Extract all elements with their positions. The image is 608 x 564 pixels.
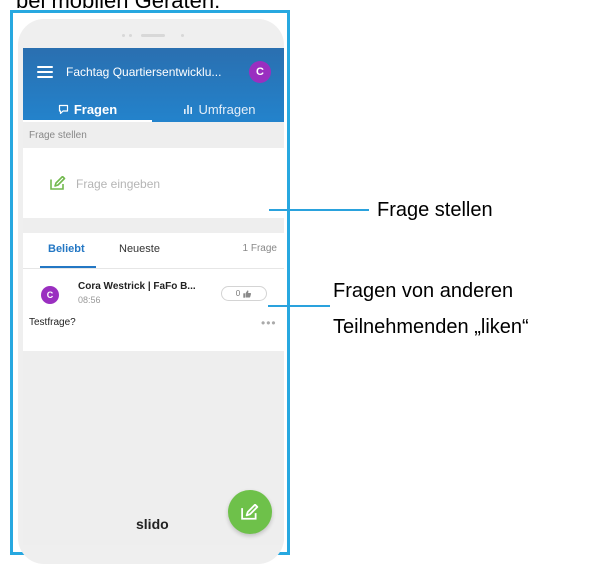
tab-umfragen-label: Umfragen (198, 101, 256, 117)
hamburger-menu-icon[interactable] (37, 66, 53, 78)
question-input[interactable]: Frage eingeben (76, 177, 160, 191)
like-callout-label-line2: Teilnehmenden „liken“ (333, 316, 529, 338)
like-callout-line (268, 305, 330, 307)
list-divider (23, 268, 284, 269)
app-header: Fachtag Quartiersentwicklu... C Fragen U… (23, 48, 284, 122)
like-count: 0 (235, 289, 241, 298)
ask-callout-line (269, 209, 369, 211)
like-button[interactable]: 0 (221, 286, 267, 301)
like-callout-label-line1: Fragen von anderen (333, 280, 514, 302)
phone-speaker (18, 32, 284, 40)
tab-fragen[interactable]: Fragen (23, 96, 152, 122)
question-author: Cora Westrick | FaFo B... (78, 281, 196, 292)
ask-question-card[interactable]: Frage eingeben (23, 148, 284, 218)
sort-popular-tab[interactable]: Beliebt (48, 243, 85, 255)
question-text: Testfrage? (29, 317, 76, 328)
event-title: Fachtag Quartiersentwicklu... (66, 65, 222, 79)
slido-logo: slido (136, 516, 169, 532)
phone-mockup: Fachtag Quartiersentwicklu... C Fragen U… (18, 19, 284, 564)
bar-chart-icon (184, 105, 193, 114)
question-list: Beliebt Neueste 1 Frage C Cora Westrick … (23, 233, 284, 351)
user-avatar[interactable]: C (249, 61, 271, 83)
thumbs-up-icon (243, 289, 252, 298)
new-question-button[interactable] (228, 490, 272, 534)
tab-umfragen[interactable]: Umfragen (152, 96, 284, 122)
question-author-avatar: C (41, 286, 59, 304)
question-count: 1 Frage (242, 243, 277, 254)
active-tab-indicator (23, 120, 152, 122)
ask-section-label: Frage stellen (29, 130, 87, 141)
ask-callout-label: Frage stellen (377, 199, 493, 221)
more-options-icon[interactable]: ••• (261, 317, 277, 329)
sort-newest-tab[interactable]: Neueste (119, 243, 160, 255)
chat-bubble-icon (58, 104, 68, 114)
compose-icon (50, 176, 66, 190)
tab-fragen-label: Fragen (73, 101, 118, 117)
app-screen: Fachtag Quartiersentwicklu... C Fragen U… (23, 48, 284, 545)
question-time: 08:56 (78, 295, 101, 305)
compose-icon (241, 504, 259, 520)
